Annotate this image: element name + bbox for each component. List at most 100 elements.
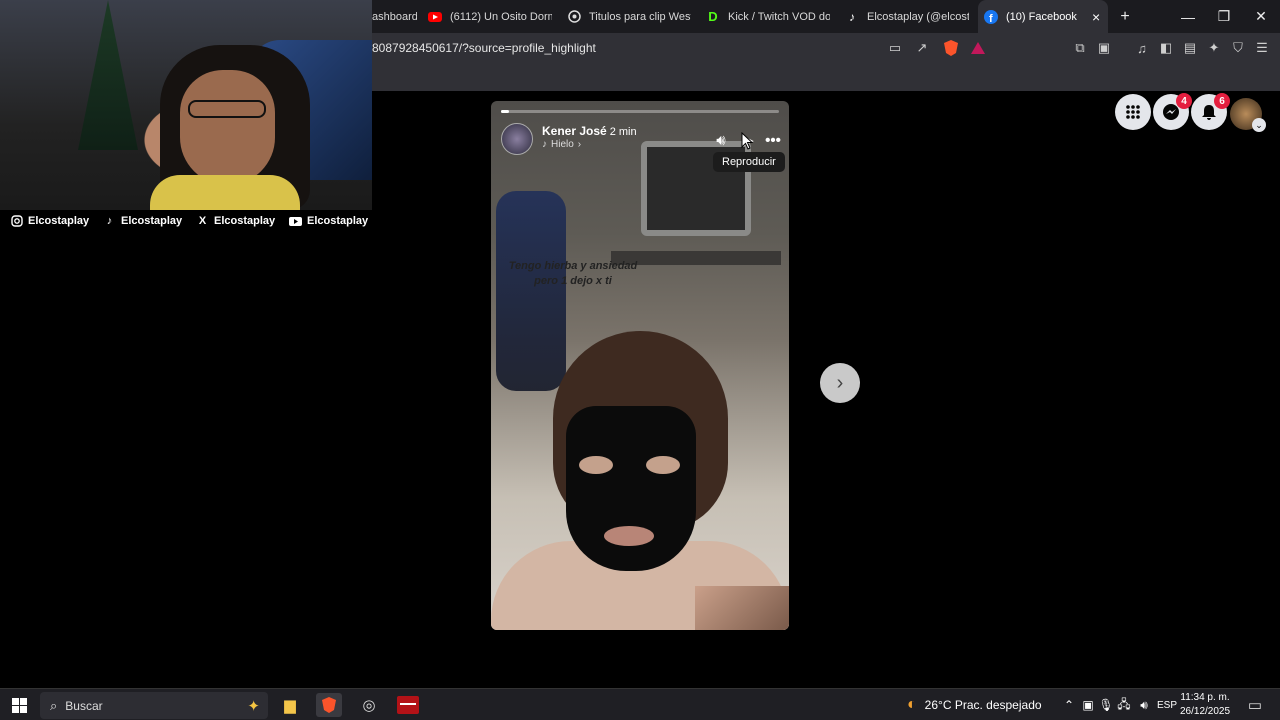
file-explorer-icon[interactable]: ▆ (277, 693, 303, 717)
streamer-face (180, 70, 275, 185)
wallet-icon[interactable]: ▤ (1181, 40, 1199, 56)
tab-label: Titulos para clip Westc (589, 10, 691, 23)
meet-now-icon[interactable]: ▣ (1079, 698, 1097, 712)
weather-widget[interactable]: ◐ 26°C Prac. despejado (907, 689, 1042, 720)
new-tab-button[interactable]: + (1108, 0, 1142, 33)
webcam-overlay (0, 0, 372, 210)
story-caption: Tengo hierba y ansiedad pero 1 dejo x ti (508, 260, 638, 287)
left-eye (579, 456, 613, 474)
more-options-icon[interactable]: ••• (763, 131, 783, 149)
svg-text:f: f (989, 13, 993, 24)
x-icon: X (198, 215, 207, 227)
social-tiktok: ♪ Elcostaplay (93, 215, 186, 228)
streamer-shirt (150, 175, 300, 210)
network-icon[interactable]: 🖧︎ (1115, 695, 1133, 716)
facebook-icon: f (984, 9, 998, 24)
tab-close-icon[interactable]: × (1092, 9, 1100, 25)
tab-label: Elcostaplay (@elcostap (867, 10, 969, 23)
screen: ashboard (6112) Un Osito Dormil Titulos … (0, 0, 1280, 720)
clock-date: 26/12/2025 (1180, 706, 1231, 717)
social-handles-bar: Elcostaplay ♪ Elcostaplay X Elcostaplay … (0, 210, 372, 232)
obs-icon[interactable]: ◎ (356, 693, 382, 717)
lips (604, 526, 654, 546)
youtube-icon (289, 215, 302, 228)
social-handle: Elcostaplay (121, 215, 183, 227)
social-instagram: Elcostaplay (0, 215, 93, 228)
chevron-down-icon[interactable]: ⌄ (1252, 118, 1266, 132)
youtube-icon (428, 10, 442, 24)
extensions-icon[interactable]: ⧉ (1071, 40, 1089, 56)
social-handle: Elcostaplay (307, 215, 369, 227)
social-handle: Elcostaplay (214, 215, 276, 227)
screenshot-icon[interactable]: ▣ (1095, 40, 1113, 56)
taskbar-search[interactable]: ⌕ Buscar ✦ (40, 692, 268, 719)
notification-center-icon[interactable]: ▭ (1242, 693, 1268, 717)
cast-icon[interactable]: ▭ (886, 40, 904, 56)
tab-youtube[interactable]: (6112) Un Osito Dormil (428, 0, 552, 33)
tab-dashboard[interactable]: ashboard (372, 0, 417, 33)
story-viewer[interactable]: Kener José 2 min ♪ Hielo › Tengo hierba y… (491, 101, 789, 630)
story-progress-fill (501, 110, 510, 113)
menu-icon[interactable]: ☰ (1253, 40, 1271, 56)
author-name: Kener José (542, 124, 607, 138)
author-avatar[interactable] (501, 123, 533, 155)
copilot-sparkle-icon: ✦ (247, 697, 260, 715)
weather-text: 26°C Prac. despejado (924, 698, 1042, 712)
tab-label: (6112) Un Osito Dormil (450, 10, 552, 23)
minimize-button[interactable]: — (1170, 0, 1206, 33)
mute-icon[interactable]: 🔊︎ (711, 131, 731, 149)
mouse-cursor-icon (741, 131, 754, 152)
media-icon[interactable]: ♫ (1133, 40, 1151, 56)
motorcycle (496, 191, 566, 391)
tiktok-icon: ♪ (106, 215, 113, 227)
brave-shields-icon[interactable] (942, 40, 960, 56)
search-icon: ⌕ (50, 697, 58, 713)
next-story-button[interactable]: › (820, 363, 860, 403)
language-indicator[interactable]: ESP (1157, 700, 1177, 711)
close-window-button[interactable]: ✕ (1243, 0, 1279, 33)
clock[interactable]: 11:34 p. m. 26/12/2025 (1180, 691, 1230, 719)
url-field[interactable]: 8087928450617/?source=profile_highlight (372, 41, 596, 55)
messenger-badge: 4 (1176, 93, 1192, 109)
author-line[interactable]: Kener José 2 min (542, 124, 637, 138)
windows-start-icon[interactable] (6, 693, 32, 717)
menu-grid-button[interactable] (1115, 94, 1151, 130)
story-time: 2 min (609, 126, 637, 138)
chatgpt-icon (567, 10, 581, 24)
christmas-tree (78, 0, 138, 150)
tab-titulos[interactable]: Titulos para clip Westc (567, 0, 691, 33)
chevron-right-icon: › (577, 139, 582, 150)
face-mask (566, 406, 696, 571)
tab-kick-twitch[interactable]: D Kick / Twitch VOD dow (706, 0, 830, 33)
pip-video (695, 586, 789, 630)
vpn-icon[interactable]: ⛉ (1229, 40, 1247, 56)
taskbar: ⌕ Buscar ✦ ▆ ◎ ◐ 26°C Prac. despejado ⌃ … (0, 688, 1280, 720)
story-song[interactable]: ♪ Hielo › (542, 139, 581, 150)
restore-button[interactable]: ❐ (1206, 0, 1242, 33)
chevron-up-icon[interactable]: ⌃ (1059, 698, 1079, 712)
share-icon[interactable]: ↗ (913, 40, 931, 56)
music-icon: ♪ (542, 139, 547, 150)
voicemeeter-icon[interactable] (395, 693, 421, 717)
tab-facebook[interactable]: f (10) Facebook × (978, 0, 1108, 33)
brave-browser-icon[interactable] (316, 693, 342, 717)
social-x: X Elcostaplay (186, 215, 279, 228)
kick-icon: D (708, 9, 718, 24)
brave-rewards-icon[interactable] (969, 40, 987, 56)
right-eye (646, 456, 680, 474)
tab-label: (10) Facebook (1006, 10, 1077, 23)
search-placeholder: Buscar (65, 698, 103, 713)
volume-icon[interactable]: 🔊︎ (1133, 698, 1155, 713)
play-tooltip: Reproducir (713, 152, 785, 172)
tab-tiktok[interactable]: ♪ Elcostaplay (@elcostap (845, 0, 969, 33)
tray-icons: ⌃ ▣ 🎙︎ 🖧︎ 🔊︎ ESP (1059, 689, 1177, 720)
social-handle: Elcostaplay (28, 215, 90, 227)
weather-icon: ◐ (907, 696, 917, 713)
leo-ai-icon[interactable]: ✦ (1205, 40, 1223, 56)
glasses (188, 100, 266, 118)
social-youtube: Elcostaplay (279, 215, 372, 228)
sidebar-icon[interactable]: ◧ (1157, 40, 1175, 56)
microphone-icon[interactable]: 🎙︎ (1097, 698, 1115, 712)
tab-label: Kick / Twitch VOD dow (728, 10, 830, 23)
tiktok-icon: ♪ (849, 9, 855, 24)
